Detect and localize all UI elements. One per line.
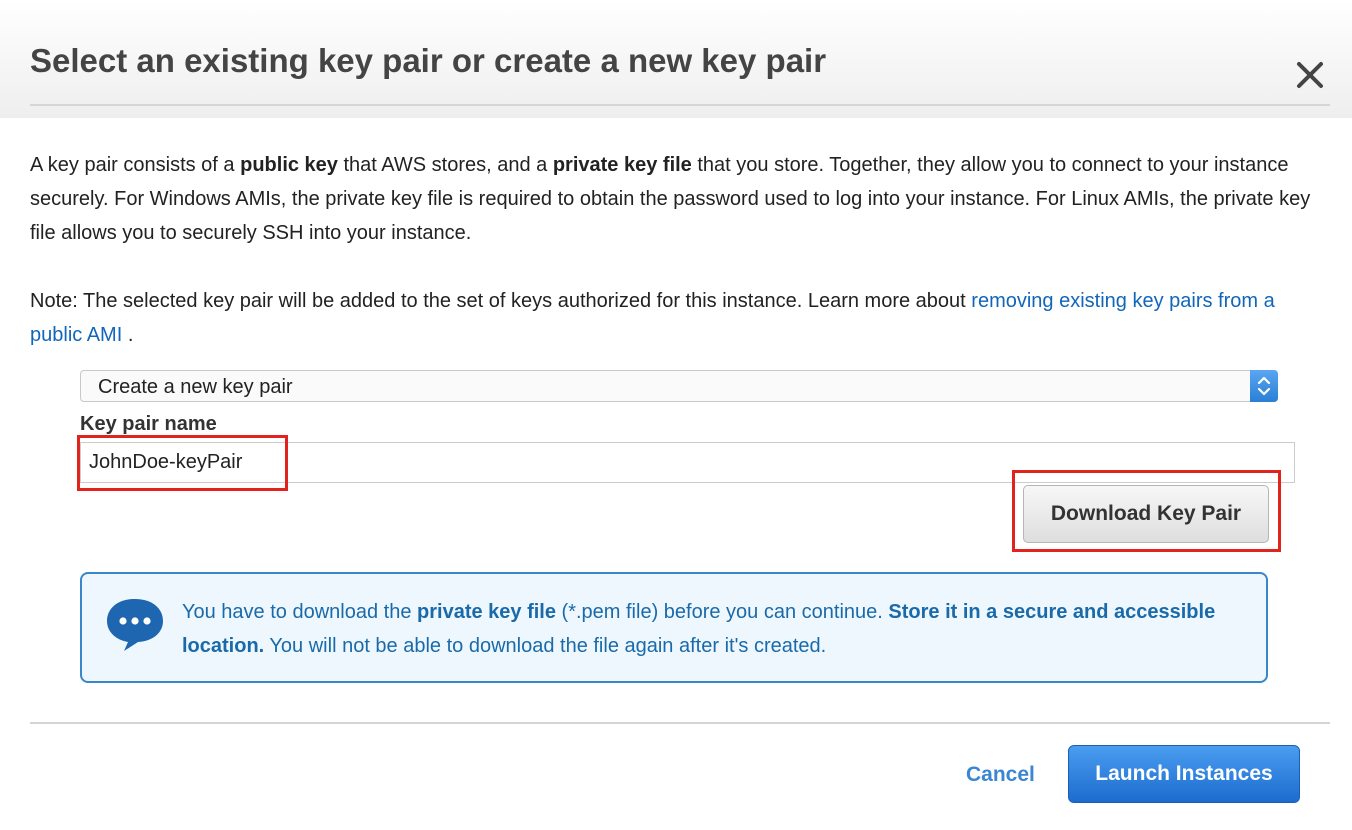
highlight-box-download-button xyxy=(1012,470,1281,552)
close-icon[interactable] xyxy=(1291,56,1329,94)
key-pair-name-label: Key pair name xyxy=(80,413,217,435)
info-message: You have to download the private key fil… xyxy=(182,595,1242,663)
footer-divider xyxy=(30,722,1330,724)
key-pair-select-value: Create a new key pair xyxy=(98,376,293,398)
note-text: Note: The selected key pair will be adde… xyxy=(30,290,972,312)
header-divider xyxy=(30,104,1330,106)
dialog-title: Select an existing key pair or create a … xyxy=(30,42,827,79)
info-text: You will not be able to download the fil… xyxy=(264,635,827,657)
info-text: (*.pem file) before you can continue. xyxy=(555,601,889,623)
key-pair-select[interactable]: Create a new key pair xyxy=(80,370,1278,402)
info-text: You have to download the xyxy=(182,601,418,623)
description-text: that AWS stores, and a xyxy=(337,154,553,176)
key-pair-description: A key pair consists of a public key that… xyxy=(30,148,1330,250)
description-bold-public-key: public key xyxy=(240,154,338,176)
chat-bubble-icon xyxy=(107,599,163,651)
description-bold-private-key: private key file xyxy=(552,154,692,176)
highlight-box-name-input xyxy=(77,435,288,491)
info-bold-private-key: private key file xyxy=(417,601,556,623)
launch-instances-button[interactable]: Launch Instances xyxy=(1068,745,1300,803)
chevron-up-down-icon xyxy=(1257,376,1271,396)
cancel-button[interactable]: Cancel xyxy=(966,760,1035,790)
select-arrows-icon[interactable] xyxy=(1250,370,1278,402)
info-alert: You have to download the private key fil… xyxy=(80,572,1268,683)
description-text: A key pair consists of a xyxy=(30,154,241,176)
note-end: . xyxy=(122,324,134,346)
key-pair-note: Note: The selected key pair will be adde… xyxy=(30,284,1330,352)
